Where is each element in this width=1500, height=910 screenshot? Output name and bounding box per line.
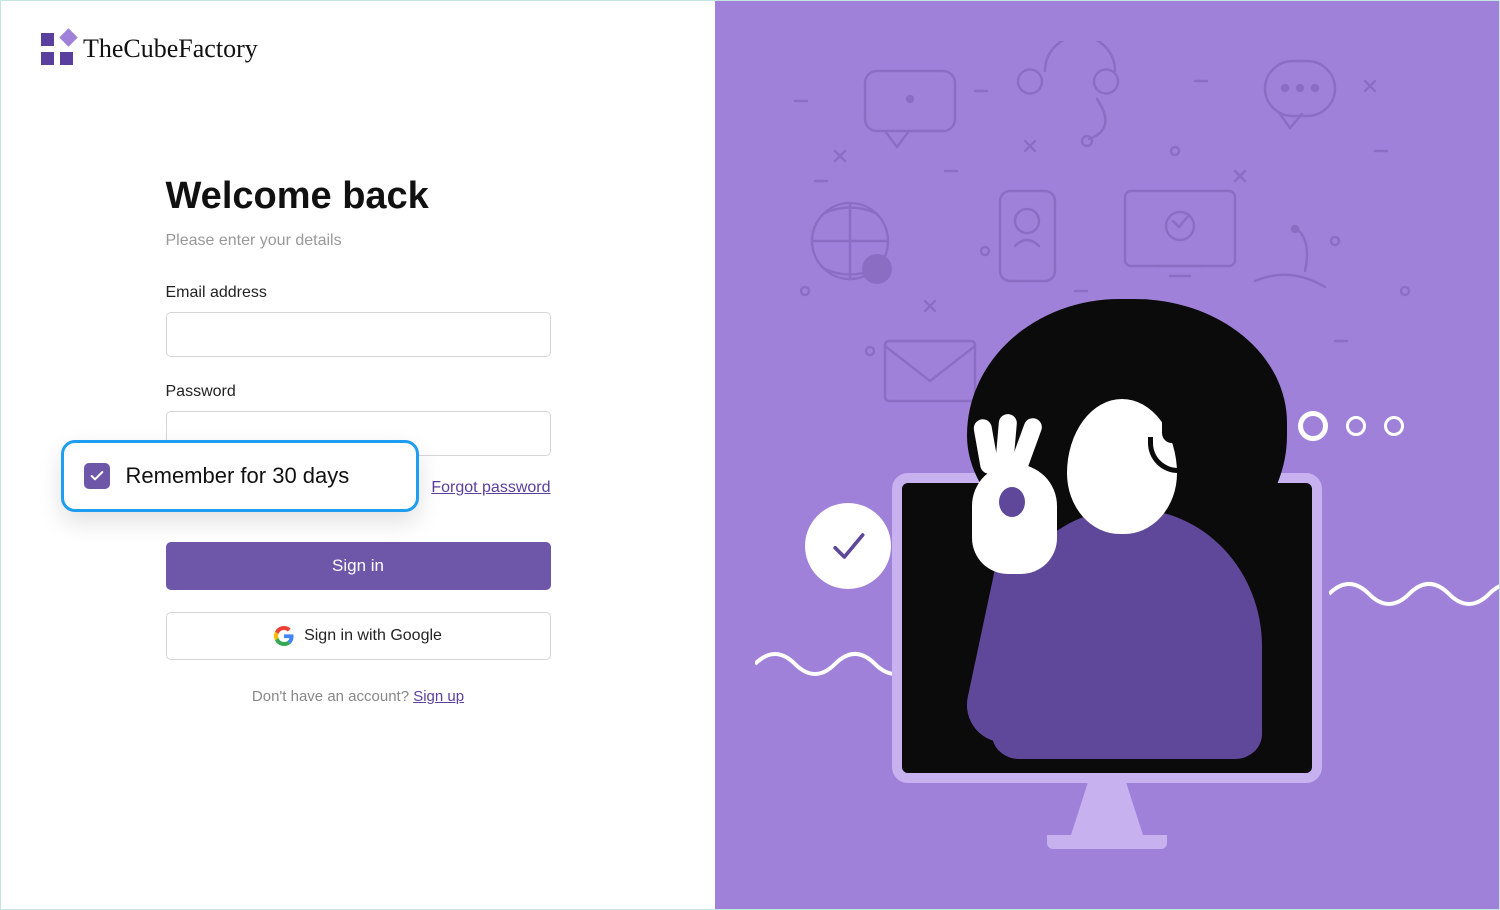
checkbox-icon[interactable]: [84, 463, 110, 489]
google-signin-button[interactable]: Sign in with Google: [166, 612, 551, 660]
brand-name: TheCubeFactory: [83, 34, 258, 64]
google-signin-label: Sign in with Google: [304, 627, 442, 645]
brand-logo: TheCubeFactory: [41, 33, 675, 65]
page-subtitle: Please enter your details: [166, 232, 551, 250]
forgot-password-link[interactable]: Forgot password: [431, 479, 550, 497]
check-circle-icon: [805, 503, 891, 589]
signup-link[interactable]: Sign up: [413, 688, 464, 705]
email-label: Email address: [166, 284, 551, 302]
signup-prompt: Don't have an account? Sign up: [166, 688, 551, 705]
password-label: Password: [166, 383, 551, 401]
remember-label: Remember for 30 days: [126, 463, 350, 489]
page-title: Welcome back: [166, 175, 551, 218]
google-icon: [274, 626, 294, 646]
wave-icon: [1329, 579, 1499, 609]
email-input[interactable]: [166, 312, 551, 357]
person-illustration: [937, 309, 1277, 749]
headset-icon: [1162, 409, 1192, 469]
login-panel: TheCubeFactory Welcome back Please enter…: [1, 1, 715, 909]
remember-checkbox-callout[interactable]: Remember for 30 days: [61, 440, 419, 512]
logo-icon: [41, 33, 73, 65]
circle-dots-icon: [1298, 411, 1404, 441]
signin-button[interactable]: Sign in: [166, 542, 551, 590]
illustration-panel: 24: [715, 1, 1499, 909]
svg-text:24: 24: [870, 263, 884, 277]
login-form: Welcome back Please enter your details E…: [166, 175, 551, 705]
wave-icon: [755, 649, 915, 679]
